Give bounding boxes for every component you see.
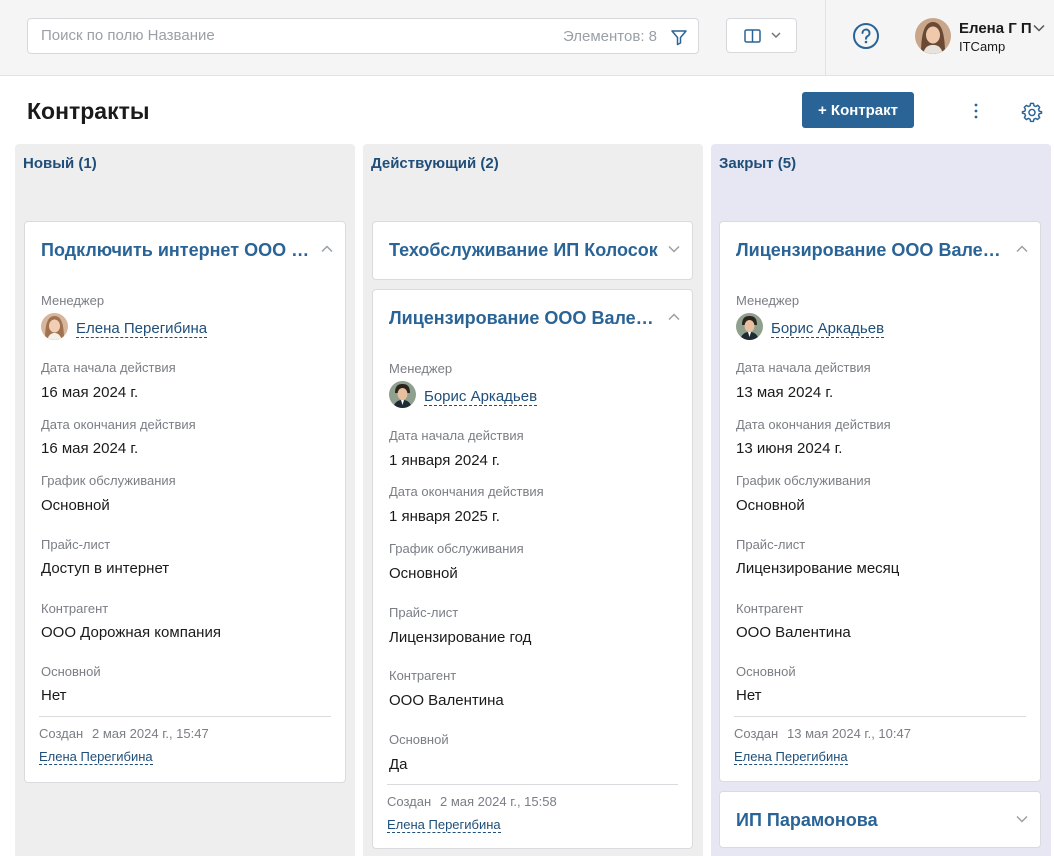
counterparty-value: ООО Валентина [389,692,504,709]
user-menu-chevron-icon[interactable] [1033,24,1045,32]
manager-avatar [41,313,68,340]
start-date-label: Дата начала действия [736,360,871,375]
counterparty-value: ООО Дорожная компания [41,624,221,641]
column-active: Действующий (2) Техобслуживание ИП Колос… [363,144,703,856]
items-count: Элементов: 8 [562,28,657,45]
end-date-label: Дата окончания действия [41,417,196,432]
price-list-label: Прайс-лист [389,605,459,620]
created-label: Создан [387,794,432,809]
contract-card[interactable]: Подключить интернет ООО Дорожная компани… [24,221,346,783]
price-list-label: Прайс-лист [736,537,806,552]
primary-label: Основной [736,664,796,679]
counterparty-label: Контрагент [41,601,109,616]
manager-link[interactable]: Борис Аркадьев [424,388,538,406]
contract-card[interactable]: Лицензирование ООО Валентина Менеджер Бо… [372,289,693,849]
user-company: ITCamp [959,39,1006,54]
chevron-down-icon[interactable] [1015,812,1029,826]
divider [387,784,678,785]
primary-label: Основной [41,664,101,679]
end-date-value: 16 мая 2024 г. [41,440,139,457]
top-bar: Элементов: 8 Елена Г П ITCamp [0,0,1054,76]
end-date-value: 13 июня 2024 г. [736,440,843,457]
price-list-value: Доступ в интернет [41,560,170,577]
contract-card[interactable]: Лицензирование ООО Валентина Менеджер Бо… [719,221,1041,782]
divider [734,716,1026,717]
search-input[interactable] [41,27,521,44]
creator-link[interactable]: Елена Перегибина [387,817,501,833]
end-date-label: Дата окончания действия [389,484,544,499]
price-list-label: Прайс-лист [41,537,111,552]
board-view-icon [744,29,761,43]
gear-icon[interactable] [1021,101,1043,123]
counterparty-label: Контрагент [389,668,457,683]
chevron-up-icon[interactable] [1015,242,1029,256]
page-title: Контракты [27,98,150,124]
search-box[interactable]: Элементов: 8 [27,18,699,54]
price-list-value: Лицензирование месяц [736,560,900,577]
filter-icon[interactable] [669,27,689,47]
creator-link[interactable]: Елена Перегибина [39,749,153,765]
column-title: Действующий (2) [371,155,499,172]
schedule-label: График обслуживания [41,473,176,488]
start-date-value: 1 января 2024 г. [389,452,500,469]
divider [825,0,826,76]
schedule-value: Основной [389,565,458,582]
manager-link[interactable]: Елена Перегибина [76,320,208,338]
chevron-down-icon[interactable] [667,242,681,256]
contract-card-collapsed[interactable]: Техобслуживание ИП Колосок [372,221,693,280]
card-title[interactable]: Техобслуживание ИП Колосок [389,240,659,261]
created-label: Создан [734,726,779,741]
start-date-value: 13 мая 2024 г. [736,384,834,401]
chevron-up-icon[interactable] [320,242,334,256]
contract-card-collapsed[interactable]: ИП Парамонова [719,791,1041,848]
card-title[interactable]: Подключить интернет ООО Дорожная компани… [41,240,317,261]
created-date: 13 мая 2024 г., 10:47 [787,726,911,741]
add-contract-button[interactable]: + Контракт [802,92,914,128]
end-date-value: 1 января 2025 г. [389,508,500,525]
start-date-value: 16 мая 2024 г. [41,384,139,401]
primary-value: Нет [41,687,67,704]
primary-label: Основной [389,732,449,747]
view-mode-button[interactable] [726,18,797,53]
manager-link[interactable]: Борис Аркадьев [771,320,885,338]
counterparty-value: ООО Валентина [736,624,851,641]
primary-value: Нет [736,687,762,704]
manager-avatar [389,381,416,408]
creator-link[interactable]: Елена Перегибина [734,749,848,765]
column-closed: Закрыт (5) Лицензирование ООО Валентина … [711,144,1051,856]
card-title[interactable]: Лицензирование ООО Валентина [736,240,1006,261]
manager-avatar [736,313,763,340]
chevron-up-icon[interactable] [667,310,681,324]
schedule-value: Основной [736,497,805,514]
manager-label: Менеджер [41,293,105,308]
help-icon[interactable] [852,22,880,50]
column-title: Новый (1) [23,155,97,172]
divider [39,716,331,717]
card-title[interactable]: Лицензирование ООО Валентина [389,308,659,329]
user-avatar[interactable] [915,18,951,54]
counterparty-label: Контрагент [736,601,804,616]
schedule-label: График обслуживания [389,541,524,556]
column-title: Закрыт (5) [719,155,797,172]
column-new: Новый (1) Подключить интернет ООО Дорожн… [15,144,355,856]
manager-label: Менеджер [389,361,453,376]
start-date-label: Дата начала действия [389,428,524,443]
user-name[interactable]: Елена Г П [959,20,1032,37]
chevron-down-icon [771,32,781,38]
schedule-label: График обслуживания [736,473,871,488]
created-date: 2 мая 2024 г., 15:58 [440,794,557,809]
created-label: Создан [39,726,84,741]
manager-label: Менеджер [736,293,800,308]
created-date: 2 мая 2024 г., 15:47 [92,726,209,741]
schedule-value: Основной [41,497,110,514]
card-title[interactable]: ИП Парамонова [736,810,1006,831]
more-vertical-icon[interactable] [968,101,984,121]
price-list-value: Лицензирование год [389,629,532,646]
start-date-label: Дата начала действия [41,360,176,375]
end-date-label: Дата окончания действия [736,417,891,432]
primary-value: Да [389,756,408,773]
